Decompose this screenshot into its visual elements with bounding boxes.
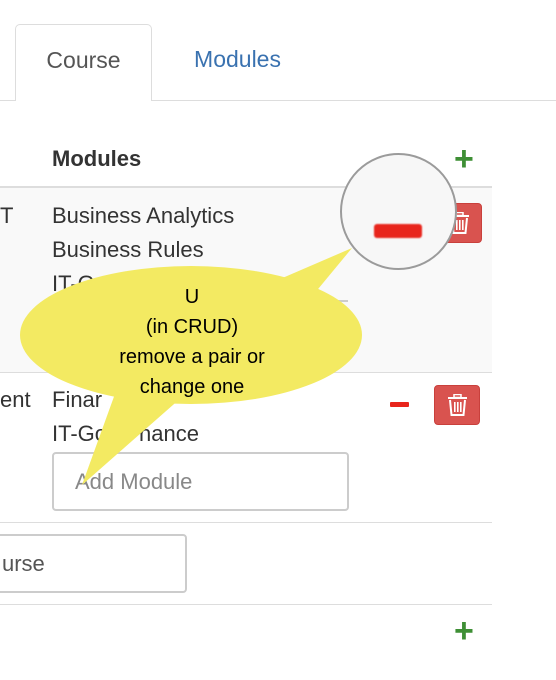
annotation-line: remove a pair or <box>119 346 265 368</box>
minus-icon-magnified <box>374 224 422 238</box>
annotation-line: change one <box>139 376 245 398</box>
annotation-line: (in CRUD) <box>145 316 239 338</box>
annotation-line: U <box>184 286 200 308</box>
zoom-callout-circle <box>340 153 457 270</box>
annotation-text: U (in CRUD) remove a pair or change one <box>22 282 362 402</box>
